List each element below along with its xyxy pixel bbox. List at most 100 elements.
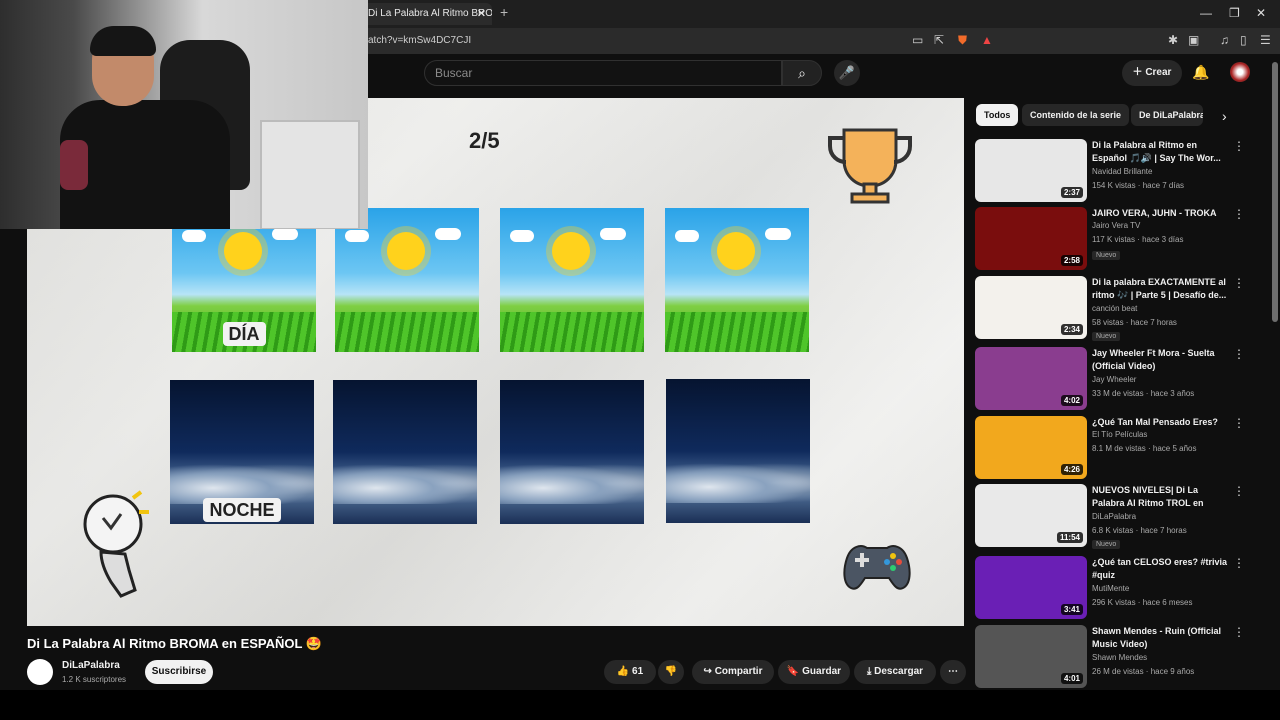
channel-name[interactable]: MutiMente: [1092, 584, 1129, 593]
video-title[interactable]: Jay Wheeler Ft Mora - Suelta (Official V…: [1092, 347, 1232, 373]
subscriber-count: 1.2 K suscriptores: [62, 675, 127, 684]
video-meta: 296 K vistas · hace 6 meses: [1092, 598, 1193, 607]
video-thumbnail[interactable]: 11:54: [975, 484, 1087, 547]
recommended-video[interactable]: 4:01 Shawn Mendes - Ruin (Official Music …: [975, 625, 1265, 689]
chevron-right-icon[interactable]: ›: [1222, 108, 1227, 124]
chip-channel[interactable]: De DiLaPalabra: [1131, 104, 1203, 126]
recommended-video[interactable]: 4:26 ¿Qué Tan Mal Pensado Eres? El Tío Pel…: [975, 416, 1265, 480]
create-button[interactable]: ＋ Crear: [1122, 60, 1182, 86]
channel-name[interactable]: Shawn Mendes: [1092, 653, 1147, 662]
share-page-icon[interactable]: ⇱: [934, 33, 944, 47]
search-icon[interactable]: ⌕: [782, 60, 822, 86]
save-button[interactable]: 🔖 Guardar: [778, 660, 850, 684]
channel-name[interactable]: Jay Wheeler: [1092, 375, 1136, 384]
video-duration: 11:54: [1056, 532, 1083, 543]
day-card: [665, 208, 809, 352]
video-title[interactable]: ¿Qué tan CELOSO eres? #trivia #quiz: [1092, 556, 1232, 582]
avatar[interactable]: [1230, 62, 1250, 82]
maximize-icon[interactable]: ❐: [1229, 6, 1240, 20]
download-icon: ⤓: [866, 666, 872, 677]
download-label: Descargar: [874, 666, 924, 677]
extensions-icon[interactable]: ✱: [1168, 33, 1178, 47]
more-vert-icon[interactable]: ⋮: [1233, 416, 1245, 430]
video-thumbnail[interactable]: 3:41: [975, 556, 1087, 619]
search-input[interactable]: Buscar: [424, 60, 782, 86]
more-vert-icon[interactable]: ⋮: [1233, 556, 1245, 570]
brave-shield-icon[interactable]: ⛊: [958, 33, 967, 48]
channel-name[interactable]: canción beat: [1092, 304, 1137, 313]
video-thumbnail[interactable]: 4:02: [975, 347, 1087, 410]
webcam-microphone: [60, 140, 88, 190]
share-button[interactable]: ↪ Compartir: [692, 660, 774, 684]
recommended-video[interactable]: 2:58 JAIRO VERA, JUHN - TROKA Jairo Vera T…: [975, 207, 1265, 271]
rewards-icon[interactable]: ▲: [981, 33, 993, 47]
video-thumbnail[interactable]: 4:26: [975, 416, 1087, 479]
download-button[interactable]: ⤓ Descargar: [854, 660, 936, 684]
video-duration: 4:01: [1060, 673, 1083, 684]
more-vert-icon[interactable]: ⋮: [1233, 625, 1245, 639]
taskbar: [0, 690, 1280, 720]
subscribe-button[interactable]: Suscribirse: [145, 660, 213, 684]
more-vert-icon[interactable]: ⋮: [1233, 139, 1245, 153]
channel-name[interactable]: Navidad Brillante: [1092, 167, 1152, 176]
more-vert-icon[interactable]: ⋮: [1233, 347, 1245, 361]
video-thumbnail[interactable]: 2:58: [975, 207, 1087, 270]
cast-icon[interactable]: ▭: [912, 33, 923, 47]
video-meta: 154 K vistas · hace 7 días: [1092, 181, 1185, 190]
video-duration: 2:58: [1060, 255, 1083, 266]
channel-name[interactable]: DiLaPalabra: [1092, 512, 1136, 521]
recommended-video[interactable]: 2:34 Di la palabra EXACTAMENTE al ritmo 🎶…: [975, 276, 1265, 341]
close-tab-icon[interactable]: ✕: [477, 3, 486, 25]
video-title[interactable]: Shawn Mendes - Ruin (Official Music Vide…: [1092, 625, 1232, 651]
recommended-video[interactable]: 2:37 Di la Palabra al Ritmo en Español 🎵🔊…: [975, 139, 1265, 203]
bell-icon[interactable]: 🔔: [1192, 64, 1209, 81]
night-word: NOCHE: [203, 498, 281, 522]
music-icon[interactable]: ♫: [1220, 33, 1229, 47]
dislike-button[interactable]: 👎: [658, 660, 684, 684]
recommended-video[interactable]: 4:02 Jay Wheeler Ft Mora - Suelta (Offici…: [975, 347, 1265, 411]
video-thumbnail[interactable]: 2:37: [975, 139, 1087, 202]
video-meta: 26 M de vistas · hace 9 años: [1092, 667, 1195, 676]
day-card: [500, 208, 644, 352]
night-card: NOCHE: [170, 380, 314, 524]
round-counter: 2/5: [469, 128, 500, 153]
new-tab-button[interactable]: +: [500, 4, 508, 20]
channel-name[interactable]: Jairo Vera TV: [1092, 221, 1140, 230]
webcam-overlay: [0, 0, 368, 229]
close-window-icon[interactable]: ✕: [1256, 6, 1266, 20]
video-title[interactable]: Di la palabra EXACTAMENTE al ritmo 🎶 | P…: [1092, 276, 1232, 302]
scrollbar[interactable]: [1272, 62, 1278, 322]
minimize-icon[interactable]: —: [1200, 6, 1212, 20]
menu-icon[interactable]: ☰: [1260, 33, 1271, 47]
new-badge: Nuevo: [1092, 332, 1121, 341]
video-title[interactable]: ¿Qué Tan Mal Pensado Eres?: [1092, 416, 1232, 429]
chip-todos[interactable]: Todos: [976, 104, 1019, 126]
video-title[interactable]: NUEVOS NIVELES| Di La Palabra Al Ritmo T…: [1092, 484, 1232, 511]
more-actions-button[interactable]: ⋯: [940, 660, 966, 684]
video-title[interactable]: Di la Palabra al Ritmo en Español 🎵🔊 | S…: [1092, 139, 1232, 165]
channel-name[interactable]: DiLaPalabra: [62, 660, 120, 671]
recommended-video[interactable]: 3:41 ¿Qué tan CELOSO eres? #trivia #quiz M…: [975, 556, 1265, 620]
mic-icon[interactable]: 🎤: [834, 60, 860, 86]
like-button[interactable]: 👍 61: [604, 660, 656, 684]
video-title[interactable]: JAIRO VERA, JUHN - TROKA: [1092, 207, 1232, 220]
wallet-icon[interactable]: ▣: [1188, 33, 1199, 47]
video-meta: 117 K vistas · hace 3 días: [1092, 235, 1184, 244]
share-label: Compartir: [714, 666, 763, 677]
sidebar-toggle-icon[interactable]: ▯: [1240, 33, 1247, 47]
video-thumbnail[interactable]: 4:01: [975, 625, 1087, 688]
url-field[interactable]: atch?v=kmSw4DC7CJI: [368, 35, 471, 46]
chip-series[interactable]: Contenido de la serie: [1022, 104, 1130, 126]
more-vert-icon[interactable]: ⋮: [1233, 484, 1245, 498]
browser-tab[interactable]: Di La Palabra Al Ritmo BROMA ✕: [360, 3, 492, 25]
video-meta: 8.1 M de vistas · hace 5 años: [1092, 444, 1197, 453]
more-vert-icon[interactable]: ⋮: [1233, 276, 1245, 290]
video-thumbnail[interactable]: 2:34: [975, 276, 1087, 339]
video-duration: 2:37: [1060, 187, 1083, 198]
day-card: [335, 208, 479, 352]
channel-name[interactable]: El Tío Películas: [1092, 430, 1147, 439]
recommended-video[interactable]: 11:54 NUEVOS NIVELES| Di La Palabra Al Ri…: [975, 484, 1265, 549]
video-duration: 4:26: [1060, 464, 1083, 475]
channel-avatar[interactable]: [27, 659, 53, 685]
more-vert-icon[interactable]: ⋮: [1233, 207, 1245, 221]
